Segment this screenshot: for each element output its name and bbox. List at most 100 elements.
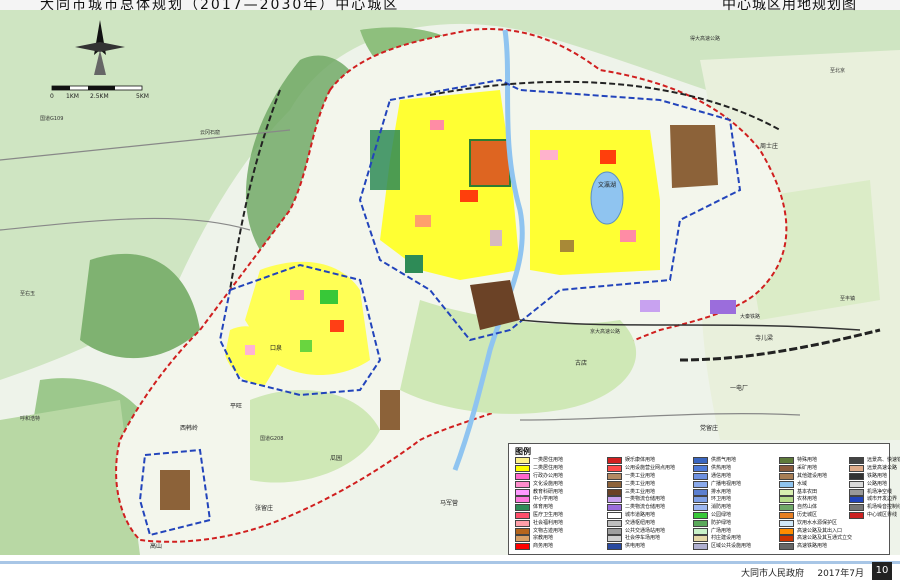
legend-label: 供燃气用地 (711, 457, 737, 464)
legend-label: 城市开发边界 (867, 496, 898, 503)
legend-item: 交通枢纽用地 (607, 519, 675, 527)
legend-label: 公共交通场站用地 (625, 527, 666, 534)
legend-label: 其他建设用地 (797, 472, 828, 479)
legend-item: 高速铁路用地 (779, 543, 852, 551)
legend-label: 体育用地 (533, 504, 554, 511)
place-label-2: 寺儿梁 (755, 334, 773, 342)
legend-item: 供燃气用地 (693, 457, 751, 465)
legend-swatch (779, 465, 794, 473)
legend-item: 广播电视用地 (693, 480, 751, 488)
legend-swatch (779, 504, 794, 512)
legend-swatch (693, 519, 708, 527)
legend-swatch (693, 535, 708, 543)
legend-swatch (515, 527, 530, 535)
legend-label: 供热用地 (711, 465, 732, 472)
legend-swatch (779, 472, 794, 480)
legend-label: 机场噪音控制线 (867, 504, 900, 511)
legend-label: 行政办公用地 (533, 472, 564, 479)
legend-swatch (515, 480, 530, 488)
legend-label: 自然山体 (797, 504, 818, 511)
legend-label: 远景高、快速铁路 (867, 457, 900, 464)
scale-label-3: 5KM (136, 93, 149, 100)
legend-label: 社会福利用地 (533, 519, 564, 526)
legend-label: 城市道路用地 (625, 511, 656, 518)
legend-swatch (607, 472, 622, 480)
legend-item: 其他建设用地 (779, 472, 852, 481)
legend-label: 社会停车场用地 (625, 535, 661, 542)
legend-swatch (515, 472, 530, 480)
legend-item: 中心城区界线 (849, 511, 900, 520)
legend-item: 中小学用地 (515, 496, 563, 504)
legend-label: 中心城区界线 (867, 511, 898, 518)
legend-item: 历史城区 (779, 511, 852, 520)
legend-label: 区域公共设施用地 (711, 543, 752, 550)
legend-swatch (515, 511, 530, 519)
legend-label: 机场净空线 (867, 488, 893, 495)
legend-label: 消防用地 (711, 504, 732, 511)
legend-label: 一类工业用地 (625, 472, 656, 479)
legend-swatch (515, 504, 530, 512)
legend-item: 农林用地 (779, 496, 852, 504)
legend-label: 铁路用地 (867, 472, 888, 479)
legend-item: 特殊用地 (779, 457, 852, 465)
legend-item: 商务用地 (515, 543, 563, 551)
road-label-3: 大秦铁路 (740, 313, 760, 320)
legend-item: 娱乐康体用地 (607, 457, 675, 465)
legend-swatch (779, 511, 794, 519)
legend-swatch (693, 457, 708, 465)
legend-swatch (849, 488, 864, 496)
legend-item: 宗教用地 (515, 535, 563, 543)
place-label-5: 张留庄 (255, 504, 273, 512)
legend-item: 消防用地 (693, 504, 751, 512)
legend-swatch (607, 457, 622, 465)
legend-item: 区域公共设施用地 (693, 543, 751, 551)
legend-label: 环卫用地 (711, 496, 732, 503)
legend-label: 广场用地 (711, 527, 732, 534)
place-label-1: 口泉 (270, 344, 282, 352)
date-label: 2017年7月 (817, 569, 864, 579)
scale-label-2: 2.5KM (90, 93, 109, 100)
legend-item: 体育用地 (515, 504, 563, 512)
legend-item: 采矿用地 (779, 465, 852, 473)
legend-label: 二类工业用地 (625, 480, 656, 487)
legend-item: 环卫用地 (693, 496, 751, 504)
legend-item: 一类物流仓储用地 (607, 496, 675, 504)
legend-item: 水域 (779, 480, 852, 488)
legend-item: 村庄建设用地 (693, 535, 751, 543)
road-label-2: 京大高速公路 (590, 328, 620, 335)
legend-item: 公园绿地 (693, 511, 751, 520)
legend-swatch (849, 457, 864, 465)
legend-label: 历史城区 (797, 511, 818, 518)
legend-item: 教育科研用地 (515, 488, 563, 496)
legend-title: 图例 (515, 447, 531, 456)
legend-label: 教育科研用地 (533, 488, 564, 495)
legend-swatch (607, 543, 622, 551)
legend-swatch (607, 535, 622, 543)
legend-label: 医疗卫生用地 (533, 511, 564, 518)
legend-swatch (693, 504, 708, 512)
legend-label: 特殊用地 (797, 457, 818, 464)
legend-swatch (607, 504, 622, 512)
legend-swatch (779, 527, 794, 535)
legend-label: 饮用水水源保护区 (797, 519, 838, 526)
legend-item: 远景高、快速铁路 (849, 457, 900, 465)
legend-item: 通信用地 (693, 472, 751, 481)
legend-swatch (693, 488, 708, 496)
legend-swatch (515, 465, 530, 473)
legend-swatch (849, 480, 864, 488)
page-number: 10 (872, 562, 892, 580)
legend-swatch (849, 496, 864, 504)
legend-label: 防护绿地 (711, 519, 732, 526)
legend-item: 行政办公用地 (515, 472, 564, 481)
legend-swatch (693, 465, 708, 473)
legend-label: 高速铁路用地 (797, 543, 828, 550)
road-label-4: 至北京 (830, 67, 845, 74)
legend-column: 供燃气用地 供热用地 通信用地 广播电视用地 排水用地 环卫用地 消防用地 公园绿地 防护绿地广… (693, 457, 751, 551)
legend-label: 采矿用地 (797, 465, 818, 472)
legend-label: 文物古迹用地 (533, 527, 564, 534)
legend-swatch (693, 527, 708, 535)
place-label-3: 一电厂 (730, 384, 748, 392)
legend-item: 二类物流仓储用地 (607, 504, 675, 512)
legend-swatch (515, 496, 530, 504)
legend-swatch (607, 496, 622, 504)
